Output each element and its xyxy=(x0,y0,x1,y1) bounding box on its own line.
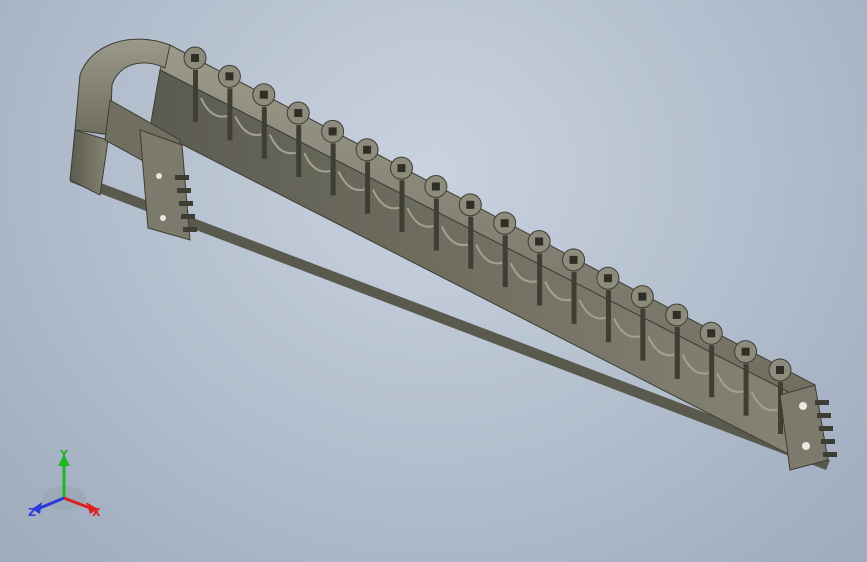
link-crossbar xyxy=(193,70,198,122)
link-crossbar xyxy=(468,216,474,269)
link-crossbar xyxy=(674,326,680,379)
link-hole xyxy=(259,90,268,99)
link-hole xyxy=(500,219,509,228)
link-crossbar xyxy=(640,308,646,361)
link-crossbar xyxy=(709,345,715,398)
link-crossbar xyxy=(571,271,577,324)
link-hole xyxy=(466,200,475,209)
link-crossbar xyxy=(502,235,508,288)
link-crossbar xyxy=(227,88,233,141)
link-hole xyxy=(535,237,544,246)
link-hole xyxy=(776,366,784,374)
cable-carrier-model[interactable] xyxy=(0,0,867,562)
link-crossbar xyxy=(330,143,336,196)
link-crossbar xyxy=(399,180,405,233)
link-crossbar xyxy=(743,363,749,416)
z-axis-label: Z xyxy=(28,506,36,519)
link-hole xyxy=(397,164,406,173)
link-crossbar xyxy=(605,290,611,343)
x-axis-label: X xyxy=(92,506,101,519)
link-crossbar xyxy=(261,106,267,159)
link-hole xyxy=(191,54,199,62)
link-hole xyxy=(294,109,303,118)
link-hole xyxy=(363,145,372,154)
link-crossbar xyxy=(365,161,371,214)
link-hole xyxy=(741,347,750,356)
graphics-viewport[interactable]: Y X Z xyxy=(0,0,867,562)
link-crossbar xyxy=(296,125,302,178)
link-hole xyxy=(569,255,578,264)
link-crossbar xyxy=(433,198,439,251)
link-hole xyxy=(707,329,716,338)
link-hole xyxy=(225,72,234,81)
link-crossbar xyxy=(537,253,543,306)
right-end-bracket xyxy=(779,384,837,471)
link-hole xyxy=(431,182,440,191)
link-hole xyxy=(328,127,337,136)
coordinate-triad: Y X Z xyxy=(28,448,101,519)
link-hole xyxy=(638,292,647,301)
link-hole xyxy=(672,310,681,319)
y-axis-label: Y xyxy=(59,448,69,461)
link-hole xyxy=(603,274,612,283)
